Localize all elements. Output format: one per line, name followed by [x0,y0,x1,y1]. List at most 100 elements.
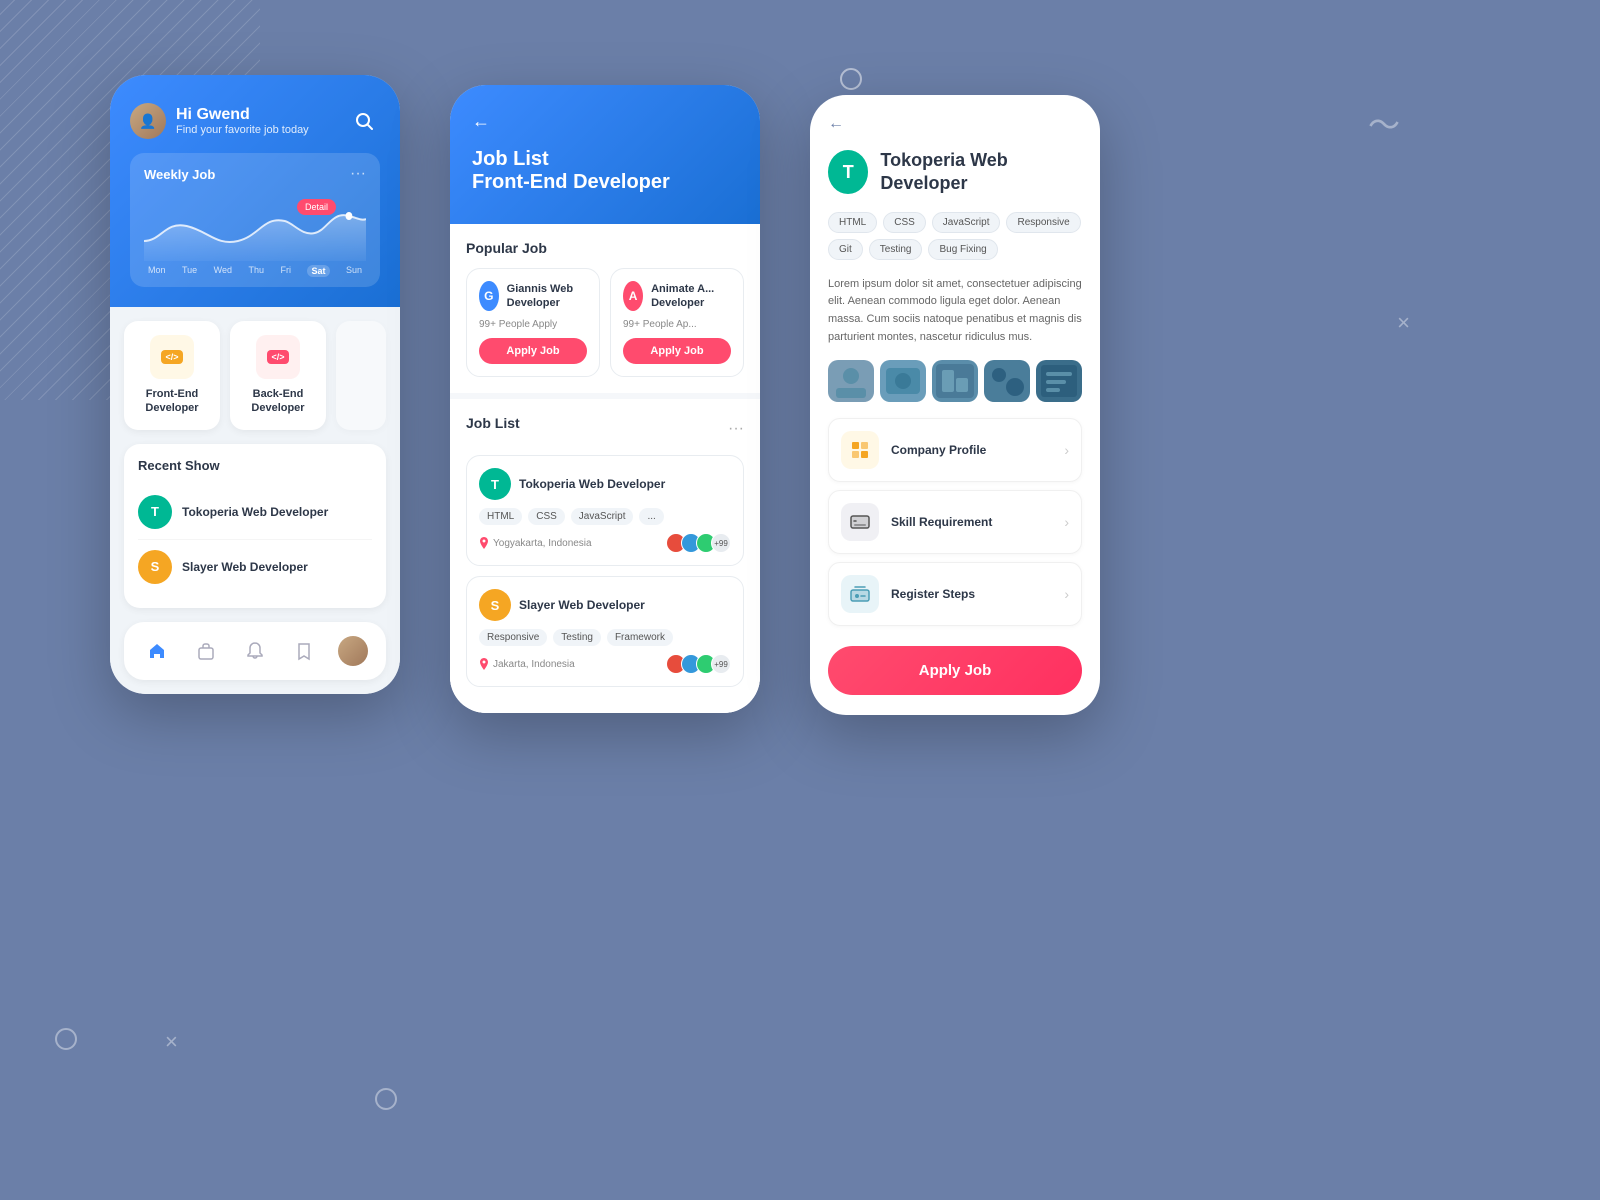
back-button-2[interactable]: ← [472,111,738,132]
job-list-menu[interactable]: ··· [728,420,744,438]
tokoperia-name: Tokoperia Web Developer [182,505,328,519]
register-steps-label: Register Steps [891,587,975,601]
search-button[interactable] [348,105,380,137]
jli-name-1: Tokoperia Web Developer [519,477,665,491]
tag-css: CSS [528,508,565,525]
chevron-3: › [1064,586,1069,602]
screens-container: 👤 Hi Gwend Find your favorite job today [110,75,1100,715]
slayer-avatar: S [138,550,172,584]
jli-avatar-1: T [479,468,511,500]
chevron-2: › [1064,514,1069,530]
user-avatar: 👤 [130,103,166,139]
phone1-header: 👤 Hi Gwend Find your favorite job today [110,75,400,307]
nav-bookmark[interactable] [287,634,321,668]
nav-bell[interactable] [238,634,272,668]
popular-job-giannis[interactable]: G Giannis Web Developer 99+ People Apply… [466,268,600,377]
info-company-profile[interactable]: Company Profile › [828,418,1082,482]
weekly-menu-icon[interactable]: ··· [350,165,366,183]
jli-name-2: Slayer Web Developer [519,598,645,612]
apply-btn-animate[interactable]: Apply Job [623,338,731,364]
skill-git: Git [828,239,863,260]
job-list-subtitle: Front-End Developer [472,171,738,194]
photo-2 [880,360,926,402]
apply-btn-giannis[interactable]: Apply Job [479,338,587,364]
jli-top-1: T Tokoperia Web Developer [479,468,731,500]
nav-profile[interactable] [336,634,370,668]
tag-js: JavaScript [571,508,634,525]
jli-avatar-2: S [479,589,511,621]
tag-html: HTML [479,508,522,525]
day-thu: Thu [249,265,265,277]
nav-bag[interactable] [189,634,223,668]
apply-main-button[interactable]: Apply Job [828,646,1082,695]
detail-badge[interactable]: Detail [297,199,336,215]
job-item-slayer[interactable]: S Slayer Web Developer Responsive Testin… [466,576,744,687]
job-categories: </> Front-EndDeveloper </> Back-EndDevel… [124,321,386,430]
day-wed: Wed [214,265,232,277]
job-list-section: Job List ··· T Tokoperia Web Developer H… [450,399,760,713]
recent-title: Recent Show [138,458,372,473]
tag-framework: Framework [607,629,673,646]
avatar-stack-2: +99 [666,654,731,674]
animate-top: A Animate A... Developer [623,281,731,311]
skill-css: CSS [883,212,926,233]
bg-x-1: × [165,1029,178,1055]
photos-row [828,360,1082,402]
phone1-greeting: Hi Gwend Find your favorite job today [176,106,309,136]
skill-bugfixing: Bug Fixing [928,239,997,260]
popular-jobs: G Giannis Web Developer 99+ People Apply… [466,268,744,377]
as-count: +99 [711,533,731,553]
phone2-body: Popular Job G Giannis Web Developer 99+ … [450,224,760,713]
recent-show: Recent Show T Tokoperia Web Developer S … [124,444,386,608]
company-profile-icon [841,431,879,469]
jli-bottom-2: Jakarta, Indonesia +99 [479,654,731,674]
weekly-top: Weekly Job ··· [144,165,366,183]
skill-requirement-icon [841,503,879,541]
backend-label: Back-EndDeveloper [240,387,316,416]
phone1-body: </> Front-EndDeveloper </> Back-EndDevel… [110,307,400,694]
day-mon: Mon [148,265,166,277]
recent-item-slayer[interactable]: S Slayer Web Developer [138,540,372,594]
skill-responsive: Responsive [1006,212,1080,233]
info-register-steps[interactable]: Register Steps › [828,562,1082,626]
bg-x-2: × [1397,310,1410,336]
day-tue: Tue [182,265,197,277]
register-steps-icon [841,575,879,613]
job-item-tokoperia[interactable]: T Tokoperia Web Developer HTML CSS JavaS… [466,455,744,566]
frontend-card[interactable]: </> Front-EndDeveloper [124,321,220,430]
skill-html: HTML [828,212,877,233]
location-1: Yogyakarta, Indonesia [479,537,592,549]
weekly-title: Weekly Job [144,167,215,182]
backend-card[interactable]: </> Back-EndDeveloper [230,321,326,430]
nav-home[interactable] [140,634,174,668]
popular-job-animate[interactable]: A Animate A... Developer 99+ People Ap..… [610,268,744,377]
chevron-1: › [1064,442,1069,458]
phone1-screen: 👤 Hi Gwend Find your favorite job today [110,75,400,694]
tag-responsive: Responsive [479,629,547,646]
tag-more: ... [639,508,663,525]
greeting-text: Hi Gwend [176,106,309,124]
skill-js: JavaScript [932,212,1001,233]
backend-icon: </> [256,335,300,379]
animate-count: 99+ People Ap... [623,319,731,330]
chart-labels: Mon Tue Wed Thu Fri Sat Sun [144,265,366,277]
more-card[interactable] [336,321,386,430]
back-button-3[interactable]: ← [828,115,1082,133]
photo-1 [828,360,874,402]
tag-testing: Testing [553,629,601,646]
info-skill-requirement[interactable]: Skill Requirement › [828,490,1082,554]
company-name: Tokoperia Web Developer [880,149,1082,196]
phone3-body: ← T Tokoperia Web Developer HTML CSS Jav… [810,95,1100,715]
tokoperia-avatar: T [138,495,172,529]
avatar-stack-1: +99 [666,533,731,553]
tags-row-2: Responsive Testing Framework [479,629,731,646]
company-profile-label: Company Profile [891,443,986,457]
company-logo: T [828,150,868,194]
job-list-title: Job List [472,148,738,171]
recent-item-tokoperia[interactable]: T Tokoperia Web Developer [138,485,372,540]
phone2-screen: ← Job List Front-End Developer Popular J… [450,85,760,713]
phone3-screen: ← T Tokoperia Web Developer HTML CSS Jav… [810,95,1100,715]
photo-4 [984,360,1030,402]
bg-wave: 〜 [1368,100,1400,146]
bg-circle-2 [55,1028,77,1050]
